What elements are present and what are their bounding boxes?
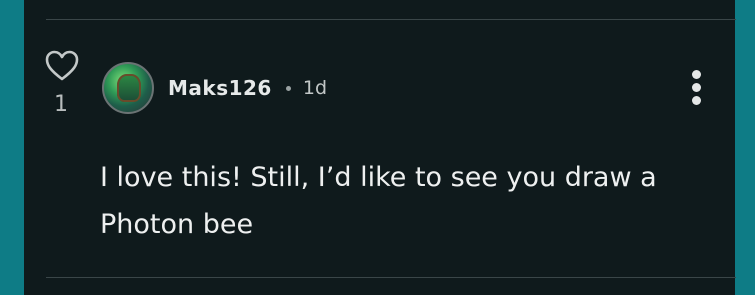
top-divider — [46, 19, 736, 20]
comment-panel: 1 Maks126 1d I love this! Still, I’d lik… — [24, 0, 736, 295]
heart-icon[interactable] — [44, 48, 80, 84]
like-count: 1 — [54, 92, 68, 117]
avatar-image — [117, 74, 141, 102]
username[interactable]: Maks126 — [168, 76, 272, 100]
avatar[interactable] — [102, 62, 154, 114]
separator-dot — [285, 85, 291, 91]
timestamp: 1d — [302, 77, 328, 99]
comment-text: I love this! Still, I’d like to see you … — [100, 162, 657, 240]
comment-meta: Maks126 1d — [168, 74, 327, 102]
more-vertical-icon[interactable] — [684, 70, 708, 108]
bottom-divider — [46, 277, 736, 278]
